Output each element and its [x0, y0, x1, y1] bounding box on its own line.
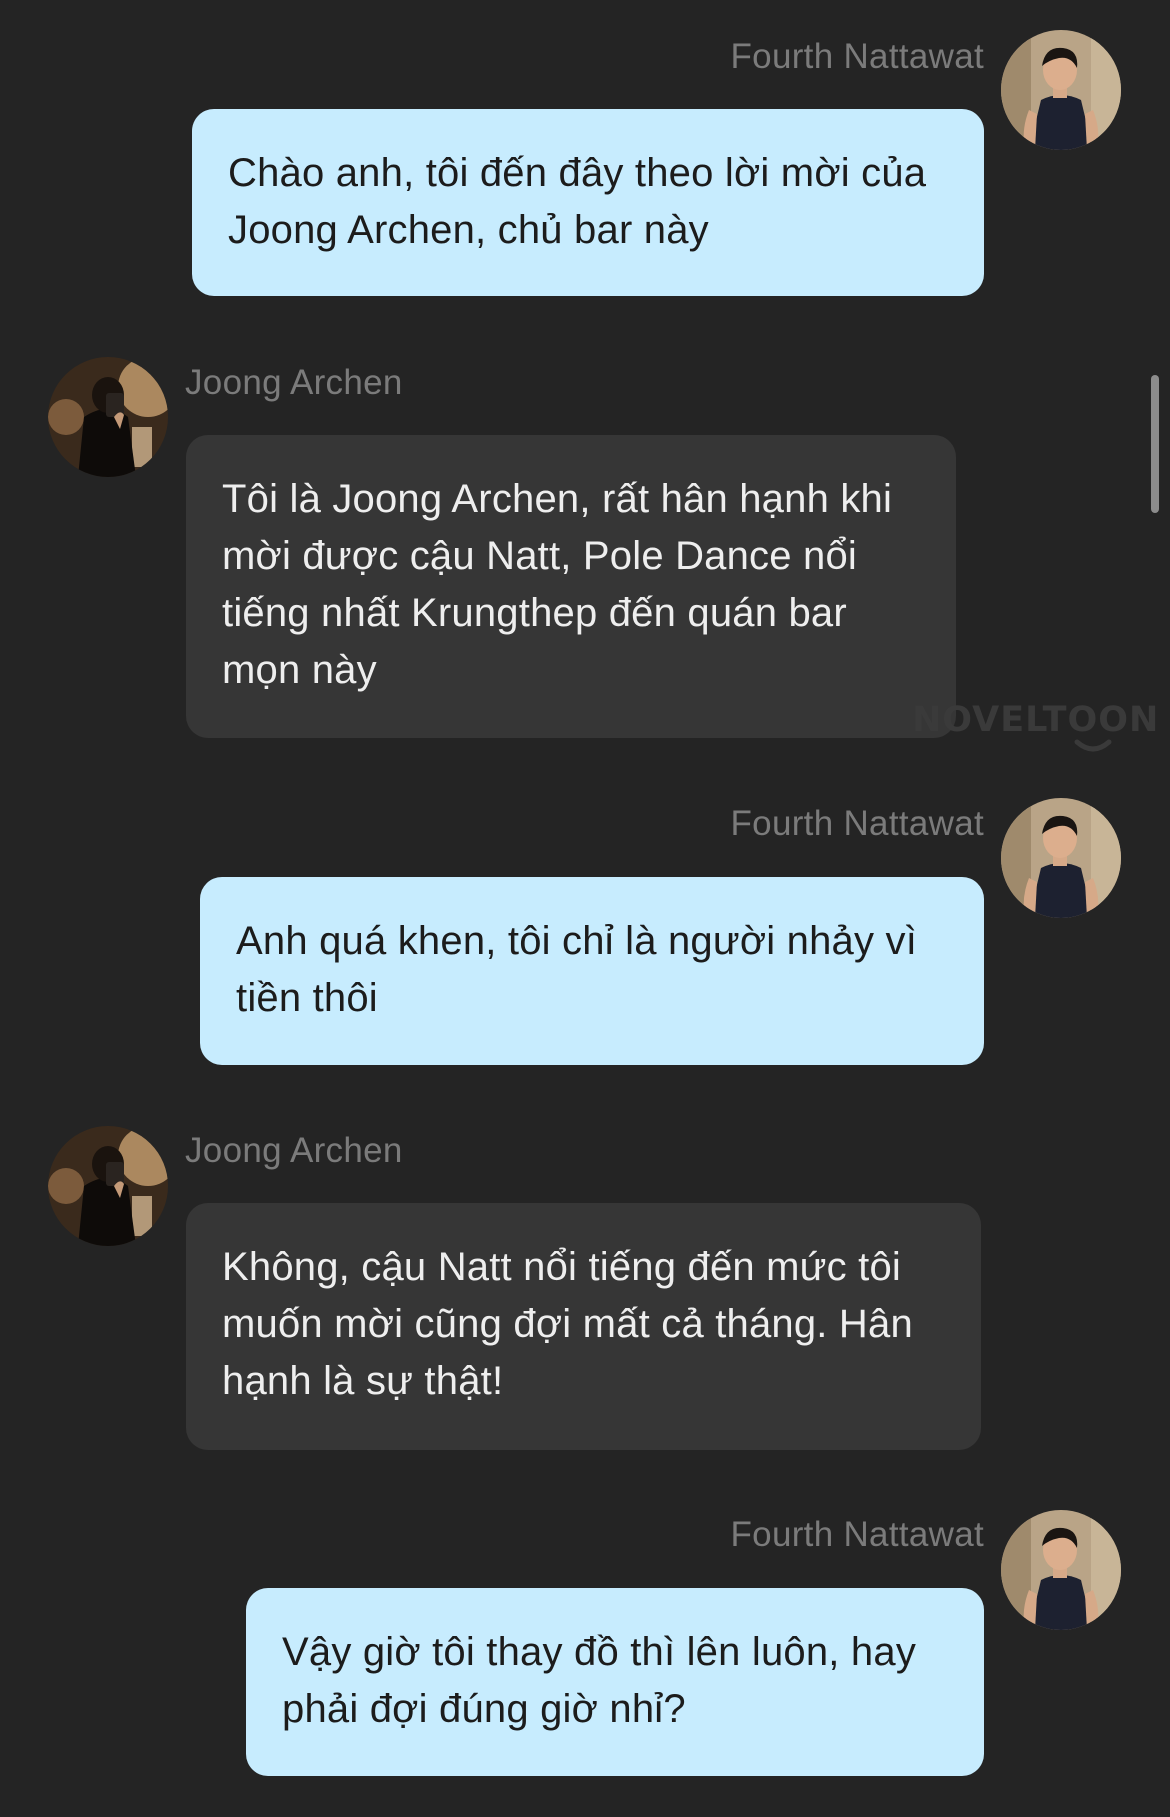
chat-thread[interactable]: Fourth Nattawat Chào anh, tôi đến đây th… [0, 0, 1170, 1817]
message-bubble-outgoing[interactable]: Vậy giờ tôi thay đồ thì lên luôn, hay ph… [246, 1588, 984, 1776]
person-avatar-icon[interactable] [1001, 798, 1121, 918]
person-avatar-icon[interactable] [48, 357, 168, 477]
watermark-logo: NOVELTOON [912, 700, 1160, 740]
sender-name: Fourth Nattawat [730, 804, 984, 843]
person-avatar-icon[interactable] [1001, 1510, 1121, 1630]
sender-name: Joong Archen [185, 1131, 403, 1170]
sender-name: Joong Archen [185, 363, 403, 402]
message-bubble-outgoing[interactable]: Chào anh, tôi đến đây theo lời mời của J… [192, 109, 984, 296]
person-avatar-icon[interactable] [48, 1126, 168, 1246]
sender-name: Fourth Nattawat [730, 37, 984, 76]
message-bubble-outgoing[interactable]: Anh quá khen, tôi chỉ là người nhảy vì t… [200, 877, 984, 1065]
message-bubble-incoming[interactable]: Tôi là Joong Archen, rất hân hạnh khi mờ… [186, 435, 956, 738]
scrollbar-thumb[interactable] [1151, 375, 1159, 513]
message-bubble-incoming[interactable]: Không, cậu Natt nổi tiếng đến mức tôi mu… [186, 1203, 981, 1450]
smile-logo-icon [1074, 739, 1112, 752]
sender-name: Fourth Nattawat [730, 1515, 984, 1554]
person-avatar-icon[interactable] [1001, 30, 1121, 150]
